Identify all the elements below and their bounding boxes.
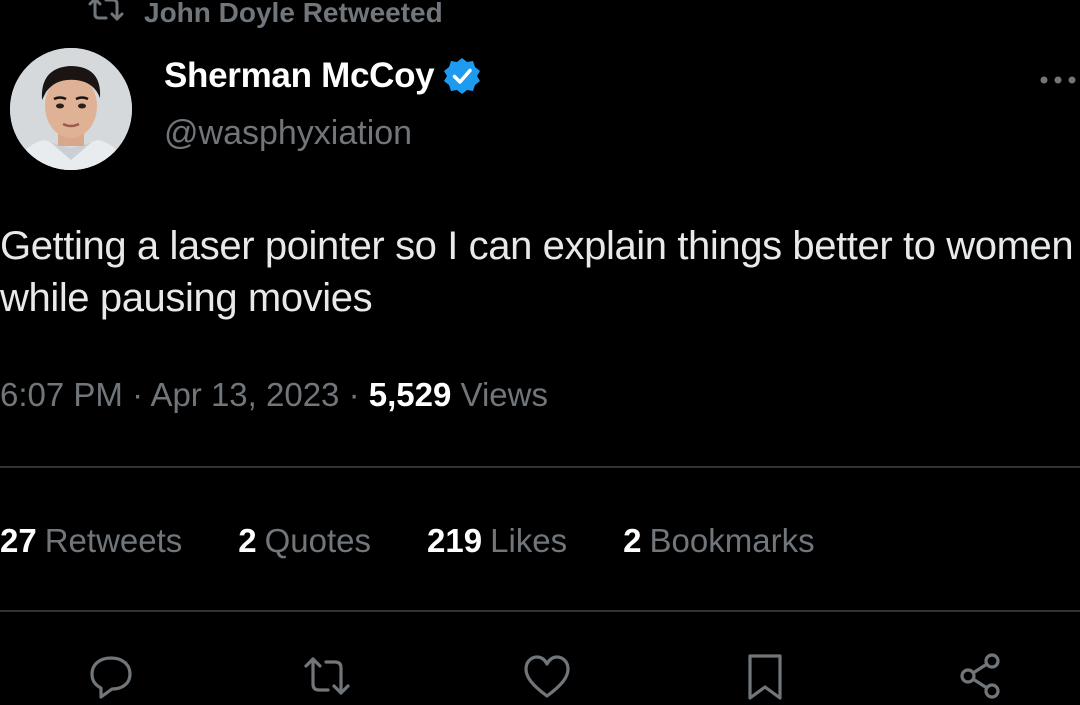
author-name-row[interactable]: Sherman McCoy: [164, 56, 482, 96]
bookmark-icon: [740, 654, 790, 704]
retweet-button[interactable]: [302, 652, 352, 700]
tweet-time[interactable]: 6:07 PM: [0, 376, 123, 413]
tweet-text: Getting a laser pointer so I can explain…: [0, 224, 1074, 320]
tweet-date[interactable]: Apr 13, 2023: [150, 376, 339, 413]
author-display-name[interactable]: Sherman McCoy: [164, 56, 435, 96]
quotes-count: 2: [238, 522, 257, 559]
verified-badge-icon: [442, 56, 482, 96]
tweet-meta: 6:07 PM · Apr 13, 2023 · 5,529 Views: [0, 376, 548, 414]
action-bar: [0, 652, 1080, 700]
bookmarks-label: Bookmarks: [649, 522, 815, 559]
likes-stat[interactable]: 219 Likes: [427, 522, 567, 560]
divider: [0, 610, 1080, 612]
retweet-icon: [86, 0, 126, 31]
engagement-stats: 27 Retweets 2 Quotes 219 Likes 2 Bookmarks: [0, 522, 815, 560]
like-button[interactable]: [522, 652, 572, 700]
likes-count: 219: [427, 522, 483, 559]
likes-label: Likes: [490, 522, 568, 559]
reply-icon: [86, 656, 136, 704]
retweets-stat[interactable]: 27 Retweets: [0, 522, 182, 560]
retweet-context[interactable]: John Doyle Retweeted: [86, 0, 443, 31]
retweets-count: 27: [0, 522, 37, 559]
reply-button[interactable]: [86, 652, 136, 700]
bookmarks-count: 2: [623, 522, 642, 559]
retweet-context-text: John Doyle Retweeted: [144, 0, 443, 28]
meta-separator: ·: [132, 376, 144, 413]
share-icon: [956, 653, 1006, 704]
views-label: Views: [460, 376, 548, 413]
bookmarks-stat[interactable]: 2 Bookmarks: [623, 522, 814, 560]
quotes-label: Quotes: [264, 522, 372, 559]
divider: [0, 466, 1080, 468]
share-button[interactable]: [956, 652, 1006, 700]
quotes-stat[interactable]: 2 Quotes: [238, 522, 371, 560]
bookmark-button[interactable]: [740, 652, 790, 700]
author-handle[interactable]: @wasphyxiation: [164, 114, 412, 153]
meta-separator: ·: [348, 376, 360, 413]
like-icon: [522, 655, 572, 704]
views-count: 5,529: [368, 376, 452, 413]
avatar[interactable]: [10, 48, 132, 170]
retweet-icon: [302, 657, 352, 704]
retweets-label: Retweets: [44, 522, 183, 559]
more-options-icon[interactable]: [1036, 66, 1080, 94]
